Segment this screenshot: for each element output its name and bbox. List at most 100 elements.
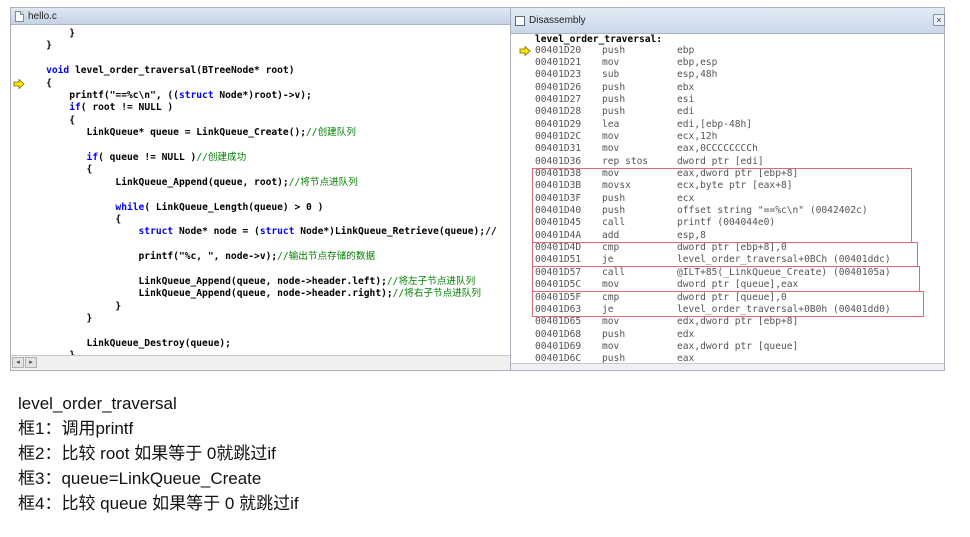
highlight-box-2 bbox=[532, 241, 918, 268]
instruction-address: 00401D23 bbox=[535, 69, 582, 81]
instruction-address: 00401D29 bbox=[535, 118, 582, 130]
instruction-operands: edi bbox=[677, 106, 695, 118]
code-line: if( root != NULL ) bbox=[23, 102, 173, 114]
instruction-mnemonic: push bbox=[602, 106, 626, 118]
instruction-mnemonic: mov bbox=[602, 143, 620, 155]
instruction-address: 00401D31 bbox=[535, 143, 582, 155]
instruction-address: 00401D26 bbox=[535, 81, 582, 93]
code-comment: //创建队列 bbox=[306, 127, 356, 139]
editor-title-bar[interactable]: hello.c bbox=[11, 8, 512, 25]
code-keyword: struct bbox=[138, 226, 174, 238]
code-line: { bbox=[23, 78, 52, 90]
current-line-arrow-icon bbox=[13, 78, 25, 89]
code-line: } bbox=[23, 28, 75, 40]
code-text: Node*)LinkQueue_Retrieve(queue);// bbox=[294, 226, 497, 238]
code-line: LinkQueue_Destroy(queue); bbox=[23, 338, 231, 350]
note-box-4: 框4：比较 queue 如果等于 0 就跳过if bbox=[18, 494, 299, 513]
note-box-1: 框1：调用printf bbox=[18, 419, 134, 438]
code-text: Node*)root)->v); bbox=[213, 90, 312, 101]
highlight-box-1 bbox=[532, 167, 912, 243]
instruction-address: 00401D36 bbox=[535, 155, 582, 167]
disassembly-title-bar[interactable]: Disassembly bbox=[511, 8, 944, 34]
code-line: LinkQueue_Append(queue, root);//将节点进队列 bbox=[23, 177, 357, 189]
code-line: printf("%c, ", node->v);//输出节点存储的数据 bbox=[23, 251, 376, 263]
instruction-operands: esi bbox=[677, 93, 695, 105]
code-line: LinkQueue_Append(queue, node->header.rig… bbox=[23, 288, 481, 300]
code-line: { bbox=[23, 115, 75, 127]
code-text: LinkQueue_Append(queue, node->header.rig… bbox=[23, 288, 393, 300]
instruction-operands: edi,[ebp-48h] bbox=[677, 118, 753, 130]
code-keyword: struct bbox=[178, 90, 214, 101]
highlight-box-3 bbox=[532, 266, 920, 292]
code-line: void level_order_traversal(BTreeNode* ro… bbox=[23, 65, 294, 77]
code-text: ( root != NULL ) bbox=[80, 102, 174, 114]
code-comment: //将左子节点进队列 bbox=[386, 276, 476, 287]
code-line: printf("==%c\n", ((struct Node*)root)->v… bbox=[23, 90, 312, 102]
scroll-left-icon[interactable]: ◂ bbox=[12, 357, 24, 368]
code-line: struct Node* node = (struct Node*)LinkQu… bbox=[23, 226, 497, 238]
code-text: { bbox=[23, 164, 93, 176]
instruction-operands: eax,dword ptr [queue] bbox=[677, 340, 799, 352]
highlight-box-4 bbox=[532, 291, 924, 317]
instruction-operands: esp,48h bbox=[677, 69, 718, 81]
code-line: { bbox=[23, 214, 121, 226]
source-editor-window: hello.c } } void level_order_traversal(B… bbox=[10, 7, 513, 371]
instruction-mnemonic: push bbox=[602, 81, 626, 93]
close-icon[interactable]: × bbox=[933, 14, 945, 26]
code-text: { bbox=[23, 214, 122, 225]
instruction-mnemonic: mov bbox=[602, 130, 620, 142]
code-line: if( queue != NULL )//创建成功 bbox=[23, 152, 247, 164]
instruction-address: 00401D28 bbox=[535, 106, 582, 118]
instruction-mnemonic: mov bbox=[602, 340, 620, 352]
code-text: level_order_traversal(BTreeNode* root) bbox=[69, 65, 295, 77]
code-text: ( LinkQueue_Length(queue) > 0 ) bbox=[144, 201, 324, 213]
code-text: } bbox=[23, 28, 75, 39]
instruction-operands: ebp,esp bbox=[677, 56, 718, 68]
code-comment: //输出节点存储的数据 bbox=[277, 251, 376, 263]
note-title: level_order_traversal bbox=[18, 394, 177, 413]
code-text: } bbox=[23, 300, 122, 312]
code-text: LinkQueue* queue = LinkQueue_Create(); bbox=[23, 127, 307, 139]
instruction-mnemonic: push bbox=[602, 93, 626, 105]
code-text: } bbox=[23, 40, 52, 52]
file-icon bbox=[15, 10, 24, 22]
code-keyword: struct bbox=[259, 226, 295, 238]
code-text: printf("%c, ", node->v); bbox=[23, 251, 278, 263]
instruction-operands: edx bbox=[677, 328, 695, 340]
instruction-address: 00401D68 bbox=[535, 328, 582, 340]
note-box-2: 框2：比较 root 如果等于 0就跳过if bbox=[18, 444, 276, 463]
code-keyword: if bbox=[69, 102, 81, 114]
current-instruction-arrow-icon bbox=[519, 45, 531, 56]
code-keyword: if bbox=[86, 152, 99, 163]
notes: level_order_traversal 框1：调用printf 框2：比较 … bbox=[18, 391, 299, 516]
disassembly-scrollbar[interactable] bbox=[511, 363, 944, 370]
scroll-right-icon[interactable]: ▸ bbox=[25, 357, 37, 368]
code-text: LinkQueue_Append(queue, node->header.lef… bbox=[23, 276, 387, 287]
instruction-mnemonic: mov bbox=[602, 56, 620, 68]
editor-title: hello.c bbox=[28, 10, 57, 22]
horizontal-scrollbar[interactable]: ◂ ▸ bbox=[11, 355, 512, 370]
code-text: { bbox=[23, 114, 75, 126]
instruction-address: 00401D2C bbox=[535, 130, 582, 142]
code-text: } bbox=[23, 313, 93, 325]
instruction-operands: ebx bbox=[677, 81, 695, 93]
instruction-mnemonic: sub bbox=[602, 69, 620, 81]
instruction-mnemonic: push bbox=[602, 44, 626, 56]
instruction-operands: dword ptr [edi] bbox=[677, 155, 764, 167]
code-text: { bbox=[23, 77, 52, 89]
instruction-operands: ebp bbox=[677, 44, 695, 56]
note-box-3: 框3：queue=LinkQueue_Create bbox=[18, 469, 262, 488]
code-line: } bbox=[23, 313, 93, 325]
instruction-mnemonic: mov bbox=[602, 316, 620, 328]
disassembly-listing[interactable]: level_order_traversal: 00401D20 push ebp 00… bbox=[511, 34, 944, 370]
code-text: ( queue != NULL ) bbox=[98, 152, 197, 163]
code-line: { bbox=[23, 164, 93, 176]
instruction-address: 00401D20 bbox=[535, 44, 582, 56]
disassembly-title: Disassembly bbox=[529, 15, 586, 26]
code-area[interactable]: } } void level_order_traversal(BTreeNode… bbox=[11, 25, 512, 356]
